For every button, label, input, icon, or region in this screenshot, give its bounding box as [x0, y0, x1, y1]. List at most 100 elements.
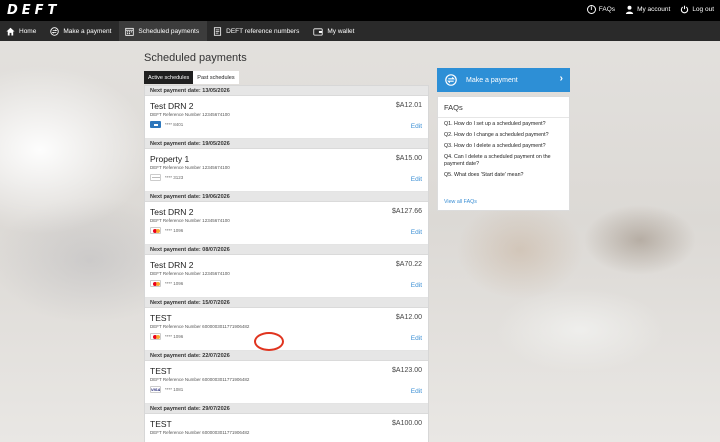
nav-item-label: My wallet: [327, 27, 355, 35]
home-icon: [6, 27, 15, 36]
nav-item-my-wallet[interactable]: My wallet: [307, 21, 362, 41]
payment-name: Test DRN 2: [150, 207, 194, 217]
faqs-link[interactable]: i FAQs: [586, 5, 616, 14]
payment-card: **** 8401: [150, 121, 183, 128]
faq-item[interactable]: Q4. Can I delete a scheduled payment on …: [444, 154, 563, 167]
payment-date-header: Next payment date: 22/07/2026: [145, 351, 428, 361]
log-out-link[interactable]: Log out: [680, 5, 714, 14]
card-number: **** 8401: [165, 122, 184, 127]
page-title: Scheduled payments: [144, 52, 247, 64]
card-number: **** 3123: [165, 175, 184, 180]
calendar-icon: [125, 27, 135, 36]
faq-item[interactable]: Q3. How do I delete a scheduled payment?: [444, 143, 563, 150]
my-account-link-label: My account: [637, 6, 671, 13]
nav-item-label: Home: [19, 27, 37, 35]
nav-item-make-payment[interactable]: Make a payment: [44, 21, 119, 41]
power-icon: [681, 5, 689, 14]
nav-item-label: Make a payment: [63, 27, 112, 35]
payment-amount: $A127.66: [392, 208, 422, 215]
chevron-right-icon: ›: [559, 73, 563, 84]
payment-row: TEST $A123.00 DEFT Reference Number 6000…: [145, 361, 428, 404]
header-links: i FAQs My account Log out: [586, 5, 714, 14]
payment-reference: DEFT Reference Number 600000301177190648…: [150, 430, 250, 435]
payment-amount: $A12.00: [395, 314, 422, 321]
edit-link[interactable]: Edit: [411, 176, 422, 183]
payment-reference: DEFT Reference Number 12345674100: [150, 218, 230, 223]
log-out-link-label: Log out: [692, 6, 714, 13]
payment-reference: DEFT Reference Number 600000301177190648…: [150, 377, 250, 382]
wallet-icon: [313, 27, 323, 36]
card-number: **** 1096: [165, 228, 184, 233]
nav-item-reference-numbers[interactable]: DEFT reference numbers: [207, 21, 307, 41]
payment-date-header: Next payment date: 13/05/2026: [145, 86, 428, 96]
faq-item[interactable]: Q1. How do I set up a scheduled payment?: [444, 121, 563, 128]
payment-icon: [445, 74, 457, 86]
faq-item[interactable]: Q5. What does 'Start date' mean?: [444, 172, 563, 179]
tab-past-schedules[interactable]: Past schedules: [193, 71, 239, 84]
make-payment-button[interactable]: Make a payment ›: [437, 68, 570, 92]
payment-row: TEST $A100.00 DEFT Reference Number 6000…: [145, 414, 428, 442]
mastercard-icon: [150, 280, 161, 287]
deft-logo[interactable]: DEFT: [7, 3, 60, 18]
payment-reference: DEFT Reference Number 12345674100: [150, 112, 230, 117]
my-account-link[interactable]: My account: [625, 5, 670, 14]
edit-link[interactable]: Edit: [411, 335, 422, 342]
payment-amount: $A100.00: [392, 420, 422, 427]
payment-amount: $A70.22: [395, 261, 422, 268]
mastercard-icon: [150, 227, 161, 234]
info-icon: i: [586, 5, 596, 14]
payment-name: TEST: [150, 366, 172, 376]
payment-date-header: Next payment date: 29/07/2026: [145, 404, 428, 414]
payment-amount: $A123.00: [392, 367, 422, 374]
faq-item[interactable]: Q2. How do I change a scheduled payment?: [444, 132, 563, 139]
amex-card-icon: [150, 121, 161, 128]
payment-date-header: Next payment date: 19/06/2026: [145, 192, 428, 202]
faq-panel: FAQs Q1. How do I set up a scheduled pay…: [437, 96, 570, 211]
payment-name: Property 1: [150, 154, 190, 164]
payment-card: **** 1096: [150, 280, 183, 287]
payment-date-header: Next payment date: 19/05/2026: [145, 139, 428, 149]
payment-reference: DEFT Reference Number 12345674100: [150, 271, 230, 276]
card-number: **** 1096: [165, 281, 184, 286]
payment-name: TEST: [150, 313, 172, 323]
user-icon: [625, 5, 634, 14]
mastercard-icon: [150, 333, 161, 340]
schedule-tabs: Active schedules Past schedules: [144, 71, 429, 84]
payment-icon: [50, 26, 60, 36]
view-all-faqs-link[interactable]: View all FAQs: [444, 199, 477, 205]
payment-row: Test DRN 2 $A70.22 DEFT Reference Number…: [145, 255, 428, 298]
payment-card: **** 1096: [150, 227, 183, 234]
nav-item-home[interactable]: Home: [0, 21, 44, 41]
payment-amount: $A12.01: [395, 102, 422, 109]
make-payment-label: Make a payment: [466, 76, 518, 84]
edit-link[interactable]: Edit: [411, 282, 422, 289]
nav-item-scheduled-payments[interactable]: Scheduled payments: [119, 21, 208, 41]
edit-link[interactable]: Edit: [411, 388, 422, 395]
payment-row: TEST $A12.00 DEFT Reference Number 60000…: [145, 308, 428, 351]
payment-reference: DEFT Reference Number 600000301177190648…: [150, 324, 250, 329]
payment-card: **** 1096: [150, 333, 183, 340]
faq-list: Q1. How do I set up a scheduled payment?…: [438, 118, 569, 178]
payment-amount: $A15.00: [395, 155, 422, 162]
edit-highlight-ring: [254, 332, 284, 351]
edit-link[interactable]: Edit: [411, 229, 422, 236]
payment-name: Test DRN 2: [150, 260, 194, 270]
payment-date-header: Next payment date: 08/07/2026: [145, 245, 428, 255]
nav-item-label: DEFT reference numbers: [226, 27, 300, 35]
payment-card: **** 3123: [150, 174, 183, 181]
edit-link[interactable]: Edit: [411, 123, 422, 130]
document-icon: [214, 26, 222, 36]
payment-row: Test DRN 2 $A12.01 DEFT Reference Number…: [145, 96, 428, 139]
tab-active-schedules[interactable]: Active schedules: [144, 71, 194, 84]
payment-date-header: Next payment date: 15/07/2026: [145, 298, 428, 308]
payment-name: Test DRN 2: [150, 101, 194, 111]
faqs-link-label: FAQs: [598, 6, 616, 13]
scheduled-payments-panel: Scheduled payments Active schedules Past…: [144, 41, 429, 442]
payment-list: Next payment date: 13/05/2026 Test DRN 2…: [144, 85, 429, 442]
card-number: **** 1096: [165, 334, 184, 339]
visa-card-icon: VISA: [150, 386, 161, 393]
faq-title: FAQs: [438, 97, 569, 118]
main-nav: Home Make a payment Scheduled payments D…: [0, 21, 720, 41]
generic-card-icon: [150, 174, 161, 181]
payment-row: Property 1 $A15.00 DEFT Reference Number…: [145, 149, 428, 192]
